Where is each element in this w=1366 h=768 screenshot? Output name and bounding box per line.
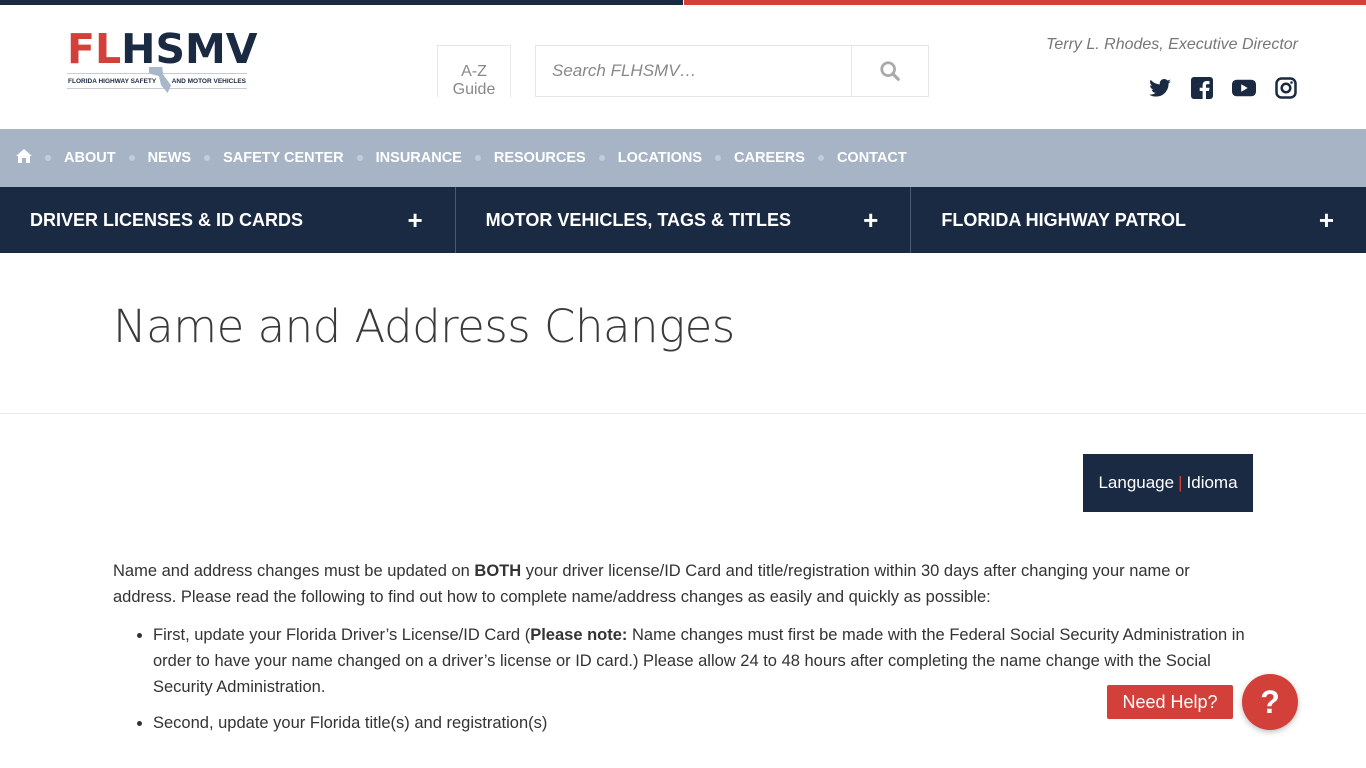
need-help-button[interactable]: Need Help? [1107, 685, 1233, 719]
youtube-icon[interactable] [1232, 76, 1256, 100]
instagram-icon[interactable] [1274, 76, 1298, 100]
intro-text: Name and address changes must be updated… [113, 562, 475, 580]
main-nav-motor-vehicles[interactable]: MOTOR VEHICLES, TAGS & TITLES + [456, 187, 912, 253]
utility-nav: ABOUT NEWS SAFETY CENTER INSURANCE RESOU… [0, 129, 1366, 187]
page-title: Name and Address Changes [113, 300, 735, 353]
language-button[interactable]: Language | Idioma [1083, 454, 1253, 512]
page-content: Name and address changes must be updated… [113, 558, 1253, 746]
util-nav-careers[interactable]: CAREERS [734, 150, 805, 166]
language-label: Language [1098, 473, 1175, 492]
util-nav-news[interactable]: NEWS [148, 150, 192, 166]
home-icon [16, 148, 32, 163]
executive-director: Terry L. Rhodes, Executive Director [1046, 36, 1298, 53]
list-item: First, update your Florida Driver’s Lice… [153, 622, 1253, 700]
nav-separator [128, 155, 135, 161]
util-nav-resources[interactable]: RESOURCES [494, 150, 586, 166]
nav-separator [204, 155, 211, 161]
title-divider [0, 413, 1366, 414]
social-links [1148, 76, 1298, 100]
util-nav-contact[interactable]: CONTACT [837, 150, 907, 166]
facebook-icon[interactable] [1190, 76, 1214, 100]
logo-wordmark: FLHSMV [67, 29, 258, 70]
intro-paragraph: Name and address changes must be updated… [113, 558, 1253, 610]
steps-list: First, update your Florida Driver’s Lice… [113, 622, 1253, 736]
help-question-icon[interactable]: ? [1242, 674, 1298, 730]
main-nav-driver-licenses[interactable]: DRIVER LICENSES & ID CARDS + [0, 187, 456, 253]
twitter-icon[interactable] [1148, 76, 1172, 100]
main-nav-highway-patrol[interactable]: FLORIDA HIGHWAY PATROL + [911, 187, 1366, 253]
az-label: A-Z [461, 63, 487, 80]
util-nav-safety-center[interactable]: SAFETY CENTER [223, 150, 344, 166]
az-guide-button[interactable]: A-Z Guide [437, 45, 511, 98]
logo-hsmv: HSMV [121, 25, 258, 73]
nav-separator [817, 155, 824, 161]
site-header: FLHSMV FLORIDA HIGHWAY SAFETY AND MOTOR … [0, 5, 1366, 129]
logo-fl: FL [67, 25, 122, 73]
home-link[interactable] [16, 148, 32, 168]
search-button[interactable] [851, 46, 928, 96]
list-item: Second, update your Florida title(s) and… [153, 710, 1253, 736]
flhsmv-logo[interactable]: FLHSMV FLORIDA HIGHWAY SAFETY AND MOTOR … [67, 29, 258, 99]
expand-plus-icon[interactable]: + [407, 207, 422, 233]
main-nav: DRIVER LICENSES & ID CARDS + MOTOR VEHIC… [0, 187, 1366, 253]
main-nav-label: FLORIDA HIGHWAY PATROL [941, 209, 1187, 230]
language-separator: | [1178, 473, 1183, 492]
util-nav-insurance[interactable]: INSURANCE [376, 150, 462, 166]
bullet-text: First, update your Florida Driver’s Lice… [153, 626, 531, 644]
guide-label: Guide [452, 81, 496, 98]
tagline-left: FLORIDA HIGHWAY SAFETY [68, 77, 157, 85]
expand-plus-icon[interactable]: + [863, 207, 878, 233]
search-box [535, 45, 929, 97]
intro-emphasis: BOTH [474, 562, 522, 580]
idioma-label: Idioma [1186, 473, 1238, 492]
nav-separator [356, 155, 363, 161]
nav-separator [715, 155, 722, 161]
nav-separator [598, 155, 605, 161]
main-nav-label: DRIVER LICENSES & ID CARDS [30, 209, 304, 230]
bullet-text: Second, update your Florida title(s) and… [153, 714, 548, 732]
util-nav-locations[interactable]: LOCATIONS [618, 150, 702, 166]
expand-plus-icon[interactable]: + [1319, 207, 1334, 233]
search-input[interactable] [536, 46, 851, 96]
search-icon [880, 61, 900, 81]
tagline-right: AND MOTOR VEHICLES [171, 77, 246, 85]
main-nav-label: MOTOR VEHICLES, TAGS & TITLES [485, 209, 792, 230]
nav-separator [474, 155, 481, 161]
util-nav-about[interactable]: ABOUT [64, 150, 116, 166]
nav-separator [45, 155, 51, 161]
bullet-emphasis: Please note: [530, 626, 628, 644]
